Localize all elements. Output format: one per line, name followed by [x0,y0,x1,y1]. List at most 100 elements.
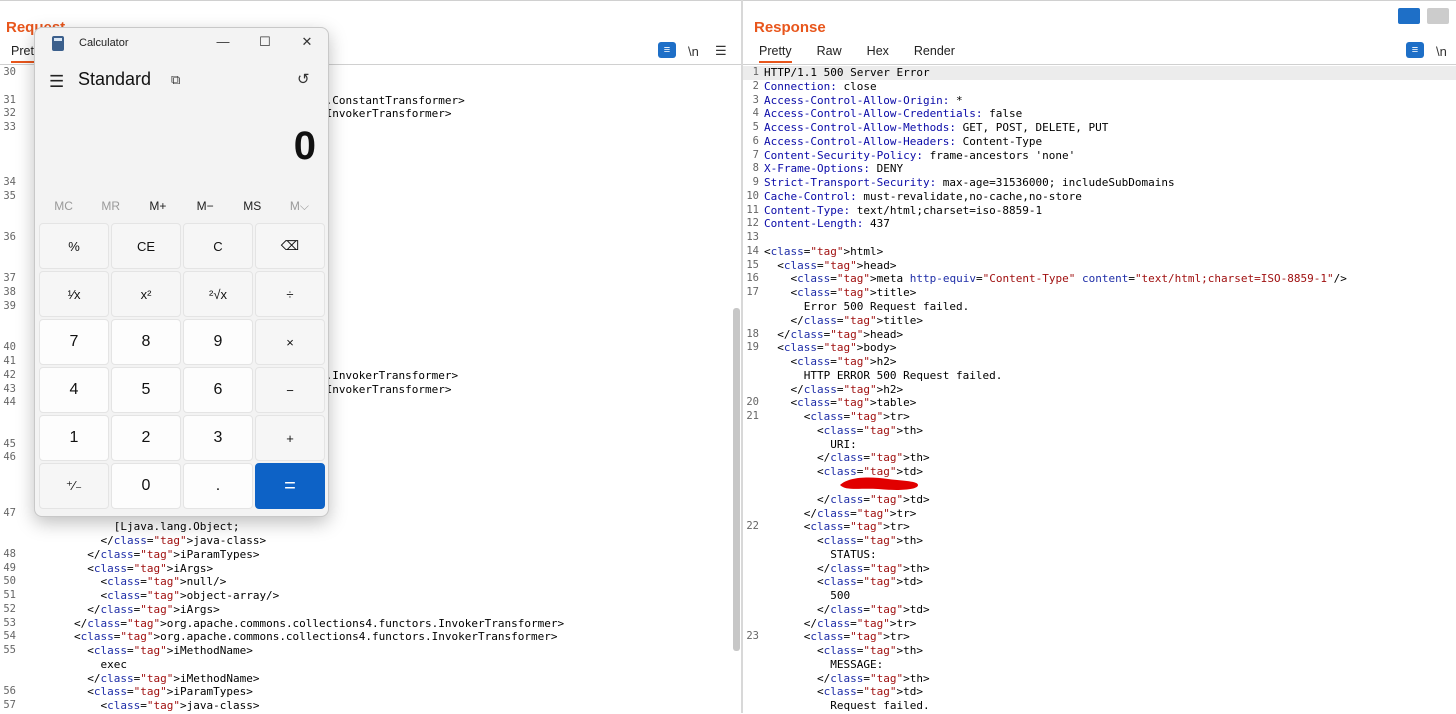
line-number: 52 [3,602,16,615]
key-1[interactable]: CE [111,223,181,269]
key-10[interactable]: 9 [183,319,253,365]
memory-button-2[interactable]: M+ [134,199,181,214]
key-8[interactable]: 7 [39,319,109,365]
request-scrollbar[interactable] [733,308,740,651]
line-text: <class="tag">html> [764,244,884,258]
code-line: URI: [743,438,1456,452]
key-0[interactable]: % [39,223,109,269]
tab-raw[interactable]: Raw [817,44,842,63]
line-text: </class="tag">th> [764,451,930,465]
key-5[interactable]: x² [111,271,181,317]
wrap-lines-icon[interactable]: ≡ [658,42,676,58]
line-number: 45 [3,437,16,450]
memory-button-5[interactable]: M⌵ [276,199,323,214]
key-22[interactable]: . [183,463,253,509]
newline-toggle[interactable]: \n [688,42,699,60]
line-text: <class="tag">title> [764,286,917,300]
memory-button-0[interactable]: MC [40,199,87,214]
key-6[interactable]: ²√x [183,271,253,317]
key-20[interactable]: ⁺⁄₋ [39,463,109,509]
code-line: MESSAGE: [743,658,1456,672]
calculator-titlebar[interactable]: Calculator — ☐ ✕ [35,28,328,58]
minimize-icon[interactable]: — [209,33,237,51]
calculator-display: 0 [293,124,316,168]
memory-button-4[interactable]: MS [229,199,276,214]
key-23[interactable]: = [255,463,325,509]
key-13[interactable]: 5 [111,367,181,413]
code-line: </class="tag">title> [743,314,1456,328]
wrap-lines-icon[interactable]: ≡ [1406,42,1424,58]
mode-title: Standard [78,69,152,89]
line-text: Content-Length: 437 [764,217,890,231]
line-text: Strict-Transport-Security: max-age=31536… [764,176,1175,190]
line-text: </class="tag">java-class> [21,534,267,548]
key-17[interactable]: 2 [111,415,181,461]
code-line: 23 <class="tag">tr> [743,630,1456,644]
code-line: </class="tag">th> [743,451,1456,465]
code-line: </class="tag">td> [743,603,1456,617]
key-15[interactable]: − [255,367,325,413]
single-view-icon[interactable] [1427,8,1449,24]
key-4[interactable]: ¹⁄x [39,271,109,317]
code-line: 500 [743,589,1456,603]
line-text: STATUS: [764,547,877,561]
code-line: <class="tag">h2> [743,355,1456,369]
code-line: 12 Content-Length: 437 [743,217,1456,231]
key-18[interactable]: 3 [183,415,253,461]
memory-button-3[interactable]: M− [182,199,229,214]
memory-button-1[interactable]: MR [87,199,134,214]
code-line: 4 Access-Control-Allow-Credentials: false [743,107,1456,121]
maximize-icon[interactable]: ☐ [251,33,279,51]
line-number: 19 [746,341,759,354]
line-text: [Ljava.lang.Object; [21,520,240,534]
key-21[interactable]: 0 [111,463,181,509]
tab-pretty[interactable]: Pretty [759,44,792,63]
key-14[interactable]: 6 [183,367,253,413]
newline-toggle[interactable]: \n [1436,42,1447,60]
line-number: 53 [3,616,16,629]
tab-hex[interactable]: Hex [867,44,889,63]
split-view-icon[interactable] [1398,8,1420,24]
line-text: <class="tag">td> [764,685,923,699]
key-9[interactable]: 8 [111,319,181,365]
code-line: Request failed. [743,699,1456,713]
line-number: 1 [752,66,759,78]
line-number: 17 [746,286,759,299]
code-line: <class="tag">th> [743,534,1456,548]
tab-render[interactable]: Render [914,44,955,63]
line-text: <class="tag">tr> [764,630,910,644]
response-editor[interactable]: 1 HTTP/1.1 500 Server Error 2 Connection: c… [743,66,1456,713]
close-icon[interactable]: ✕ [293,33,321,51]
key-11[interactable]: × [255,319,325,365]
line-text: X-Frame-Options: DENY [764,162,904,176]
hamburger-menu-icon[interactable]: ☰ [715,42,727,60]
line-number: 55 [3,644,16,657]
line-text: </class="tag">th> [764,561,930,575]
code-line: 53 </class="tag">org.apache.commons.coll… [0,617,742,631]
key-16[interactable]: 1 [39,415,109,461]
key-12[interactable]: 4 [39,367,109,413]
code-line: exec [0,658,742,672]
line-number: 50 [3,575,16,588]
key-19[interactable]: + [255,415,325,461]
key-7[interactable]: ÷ [255,271,325,317]
keep-on-top-icon[interactable]: ⧉ [171,72,180,88]
key-2[interactable]: C [183,223,253,269]
line-text: Access-Control-Allow-Methods: GET, POST,… [764,121,1109,135]
code-line: </class="tag">tr> [743,617,1456,631]
line-number: 33 [3,121,16,134]
code-line: </class="tag">th> [743,562,1456,576]
line-text: </class="tag">td> [764,602,930,616]
calculator-window[interactable]: Calculator — ☐ ✕ ☰ Standard ⧉ ↺ 0 MC MR M+… [34,27,329,517]
line-text: <class="tag">h2> [764,355,897,369]
navigation-menu-icon[interactable]: ☰ [49,72,64,92]
line-number: 38 [3,286,16,299]
history-icon[interactable]: ↺ [297,70,310,88]
line-text: MESSAGE: [764,657,884,671]
line-number: 9 [752,176,759,189]
key-3[interactable]: ⌫ [255,223,325,269]
line-text: Content-Security-Policy: frame-ancestors… [764,148,1076,162]
line-number: 54 [3,630,16,643]
redaction-mark [840,477,918,490]
line-number: 56 [3,685,16,698]
